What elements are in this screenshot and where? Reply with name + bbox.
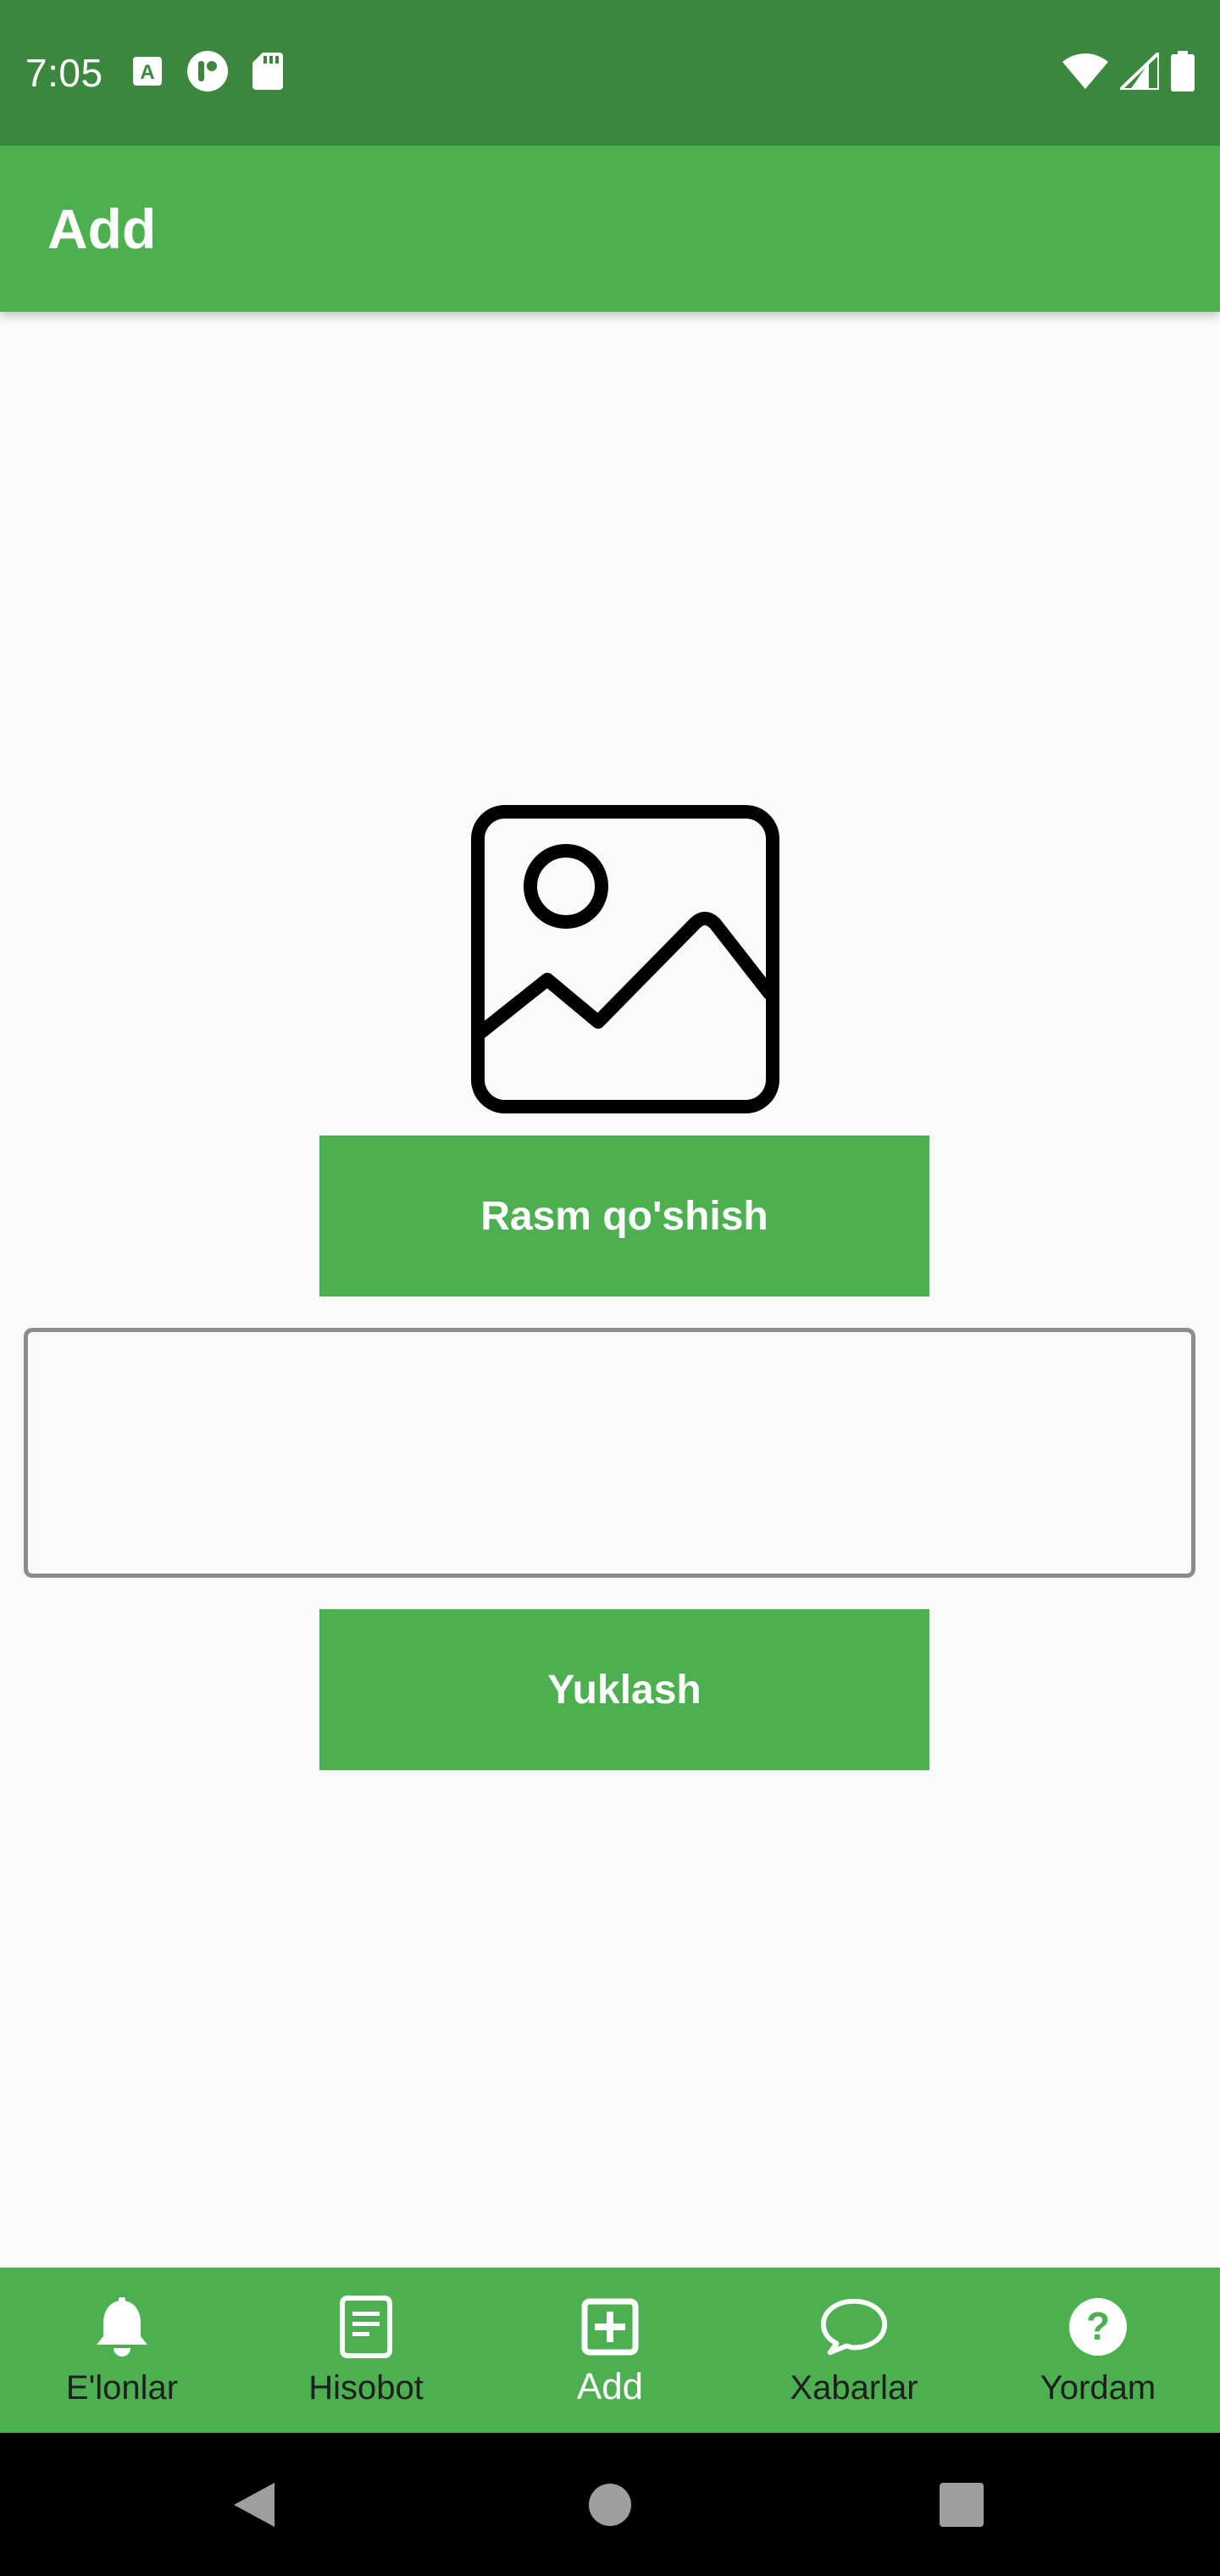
status-right bbox=[1062, 47, 1195, 96]
nav-label-hisobot: Hisobot bbox=[308, 2369, 424, 2407]
bottom-nav: E'lonlar Hisobot Add Xabarlar ? Yordam bbox=[0, 2268, 1220, 2433]
document-icon bbox=[332, 2293, 400, 2361]
upload-button[interactable]: Yuklash bbox=[319, 1609, 929, 1770]
nav-item-yordam[interactable]: ? Yordam bbox=[976, 2268, 1220, 2433]
image-placeholder-icon bbox=[471, 805, 779, 1113]
wifi-icon bbox=[1062, 53, 1108, 93]
status-time: 7:05 bbox=[25, 51, 103, 95]
recents-icon[interactable] bbox=[923, 2467, 1000, 2543]
back-icon[interactable] bbox=[216, 2467, 292, 2543]
system-nav-bar bbox=[0, 2433, 1220, 2576]
nav-label-add: Add bbox=[576, 2366, 644, 2407]
nav-label-xabarlar: Xabarlar bbox=[790, 2369, 918, 2407]
nav-item-add[interactable]: Add bbox=[488, 2268, 732, 2433]
nav-label-yordam: Yordam bbox=[1040, 2369, 1156, 2407]
nav-label-elonlar: E'lonlar bbox=[65, 2369, 179, 2407]
status-icons-left: A bbox=[132, 50, 283, 97]
status-left: 7:05 A bbox=[25, 50, 283, 97]
app-bar: Add bbox=[0, 146, 1220, 312]
font-a-icon: A bbox=[132, 56, 163, 91]
help-icon: ? bbox=[1064, 2293, 1132, 2361]
sd-card-icon bbox=[252, 52, 283, 94]
bell-icon bbox=[88, 2293, 156, 2361]
media-player-icon bbox=[186, 50, 229, 97]
status-bar: 7:05 A bbox=[0, 0, 1220, 146]
page-title: Add bbox=[47, 197, 157, 260]
signal-icon bbox=[1116, 47, 1161, 94]
description-input[interactable] bbox=[24, 1328, 1195, 1578]
chat-bubble-icon bbox=[820, 2293, 888, 2361]
add-box-icon bbox=[576, 2293, 644, 2361]
nav-item-xabarlar[interactable]: Xabarlar bbox=[732, 2268, 976, 2433]
nav-item-elonlar[interactable]: E'lonlar bbox=[0, 2268, 244, 2433]
nav-item-hisobot[interactable]: Hisobot bbox=[244, 2268, 488, 2433]
svg-text:A: A bbox=[140, 61, 154, 84]
svg-text:?: ? bbox=[1086, 2304, 1110, 2348]
battery-icon bbox=[1171, 50, 1195, 96]
add-image-button[interactable]: Rasm qo'shish bbox=[319, 1135, 929, 1296]
home-icon[interactable] bbox=[572, 2467, 648, 2543]
